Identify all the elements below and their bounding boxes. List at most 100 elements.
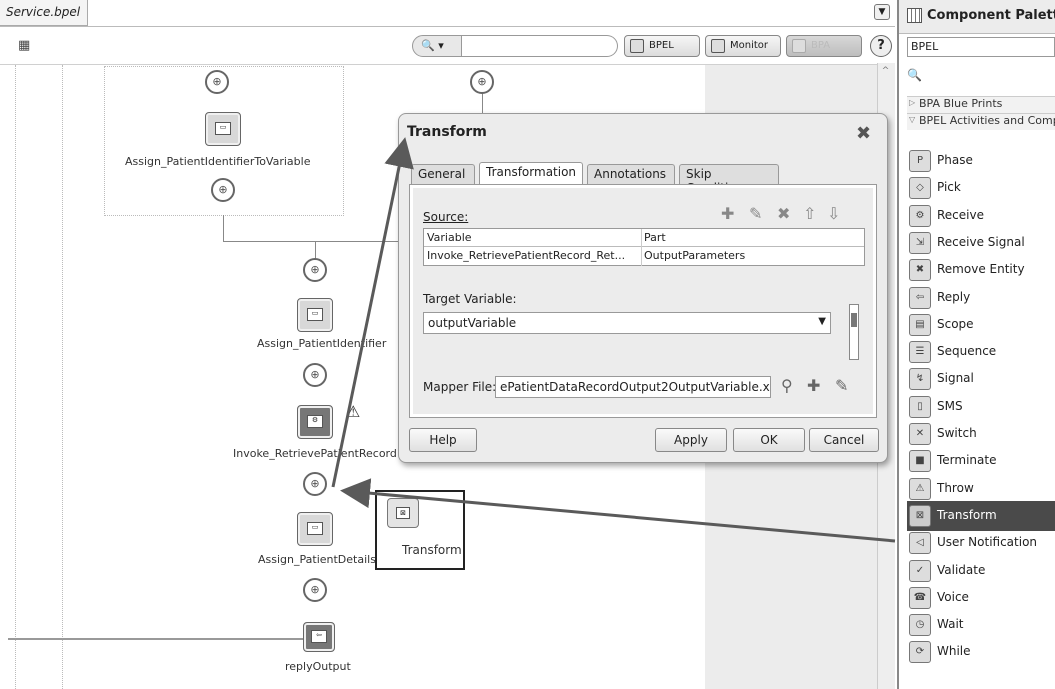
palette-item-label: Validate bbox=[937, 562, 986, 577]
palette-item-voice[interactable]: ☎ Voice bbox=[907, 583, 1055, 613]
flow-join-icon: ⊕ bbox=[205, 70, 229, 94]
invoke-node[interactable]: ⚙ bbox=[297, 405, 333, 439]
signal-icon: ↯ bbox=[909, 368, 931, 391]
palette-item-pick[interactable]: ◇ Pick bbox=[907, 173, 1055, 203]
bpa-icon bbox=[792, 39, 806, 53]
while-icon: ⟳ bbox=[909, 641, 931, 664]
flow-connector bbox=[8, 638, 304, 640]
mapper-file-input[interactable]: ePatientDataRecordOutput2OutputVariable.… bbox=[495, 376, 771, 398]
apply-button[interactable]: Apply bbox=[655, 428, 727, 452]
assign-node[interactable]: ▭ bbox=[297, 298, 333, 332]
palette-item-label: SMS bbox=[937, 398, 963, 413]
transform-icon: ⊠ bbox=[396, 507, 410, 519]
move-up-icon[interactable]: ⇧ bbox=[803, 204, 816, 223]
palette-item-remove-entity[interactable]: ✖ Remove Entity bbox=[907, 255, 1055, 285]
throw-icon: ⚠ bbox=[909, 477, 931, 500]
swimlane-guide bbox=[15, 65, 16, 689]
palette-item-while[interactable]: ⟳ While bbox=[907, 637, 1055, 667]
mapper-file-label: Mapper File: bbox=[423, 380, 497, 394]
phase-icon: P bbox=[909, 150, 931, 172]
file-tab[interactable]: Service.bpel bbox=[0, 0, 88, 26]
move-down-icon[interactable]: ⇩ bbox=[827, 204, 840, 223]
invoke-icon: ⚙ bbox=[307, 415, 323, 428]
tabbar-divider bbox=[0, 26, 895, 27]
palette-item-label: Scope bbox=[937, 316, 974, 331]
receive-icon: ⚙ bbox=[909, 204, 931, 227]
target-variable-label: Target Variable: bbox=[423, 292, 517, 306]
palette-item-label: While bbox=[937, 644, 971, 659]
cancel-button[interactable]: Cancel bbox=[809, 428, 879, 452]
warning-icon: ⚠ bbox=[346, 402, 361, 421]
wait-icon: ◷ bbox=[909, 614, 931, 637]
palette-item-wait[interactable]: ◷ Wait bbox=[907, 610, 1055, 640]
search-input[interactable] bbox=[462, 35, 618, 57]
validate-icon: ✓ bbox=[909, 559, 931, 582]
palette-item-sequence[interactable]: ☰ Sequence bbox=[907, 337, 1055, 367]
palette-item-label: Voice bbox=[937, 589, 969, 604]
node-label: Invoke_RetrievePatientRecord bbox=[233, 447, 397, 460]
reply-icon: ⇦ bbox=[311, 630, 327, 643]
help-button[interactable]: Help bbox=[409, 428, 477, 452]
palette-item-user-notification[interactable]: ◁ User Notification bbox=[907, 528, 1055, 558]
transform-node[interactable]: ⊠ bbox=[387, 498, 419, 528]
palette-item-label: Terminate bbox=[937, 453, 997, 468]
search-options-button[interactable]: 🔍 ▾ bbox=[412, 35, 462, 57]
edit-icon[interactable]: ✎ bbox=[749, 204, 762, 223]
tab-annotations[interactable]: Annotations bbox=[587, 164, 675, 184]
monitor-icon bbox=[711, 39, 725, 53]
assign-node[interactable]: ▭ bbox=[297, 512, 333, 546]
help-button[interactable]: ? bbox=[870, 35, 892, 57]
scrollbar-thumb[interactable] bbox=[851, 313, 857, 327]
palette-item-receive[interactable]: ⚙ Receive bbox=[907, 201, 1055, 231]
add-icon[interactable]: ✚ bbox=[721, 204, 734, 223]
bpel-view-label: BPEL bbox=[649, 40, 674, 51]
edit-icon[interactable]: ✎ bbox=[835, 376, 848, 395]
reply-icon: ⇦ bbox=[909, 286, 931, 309]
flow-connector bbox=[223, 241, 403, 242]
tab-list-dropdown-icon[interactable]: ▼ bbox=[874, 4, 890, 20]
palette-search-icon[interactable]: 🔍 bbox=[907, 68, 1055, 86]
source-table: Variable Part Invoke_RetrievePatientReco… bbox=[423, 228, 865, 266]
search-icon[interactable]: ⚲ bbox=[781, 376, 793, 395]
bpa-view-button[interactable]: BPA bbox=[786, 35, 862, 57]
bpel-view-button[interactable]: BPEL bbox=[624, 35, 700, 57]
source-label: Source: bbox=[423, 210, 469, 224]
monitor-view-button[interactable]: Monitor bbox=[705, 35, 781, 57]
tab-transformation[interactable]: Transformation bbox=[479, 162, 583, 185]
scroll-up-icon[interactable]: ^ bbox=[878, 66, 893, 80]
palette-item-phase[interactable]: P Phase bbox=[907, 146, 1055, 176]
node-label: Assign_PatientDetails bbox=[258, 553, 376, 566]
palette-item-label: Transform bbox=[937, 507, 997, 522]
assign-node[interactable]: ▭ bbox=[205, 112, 241, 146]
palette-section-bpa[interactable]: ▷ BPA Blue Prints bbox=[907, 96, 1055, 113]
target-variable-select[interactable]: outputVariable ▼ bbox=[423, 312, 831, 334]
reply-node[interactable]: ⇦ bbox=[303, 622, 335, 652]
palette-item-switch[interactable]: ✕ Switch bbox=[907, 419, 1055, 449]
palette-item-validate[interactable]: ✓ Validate bbox=[907, 556, 1055, 586]
palette-item-throw[interactable]: ⚠ Throw bbox=[907, 474, 1055, 504]
section-label: BPA Blue Prints bbox=[919, 97, 1003, 110]
palette-item-label: Wait bbox=[937, 617, 964, 632]
palette-item-terminate[interactable]: ■ Terminate bbox=[907, 446, 1055, 476]
node-label: Assign_PatientIdentifier bbox=[257, 337, 387, 350]
flow-join-icon: ⊕ bbox=[470, 70, 494, 94]
palette-item-receive-signal[interactable]: ⇲ Receive Signal bbox=[907, 228, 1055, 258]
tab-general[interactable]: General bbox=[411, 164, 475, 184]
palette-item-transform[interactable]: ⊠ Transform bbox=[907, 500, 1055, 531]
close-icon[interactable]: ✖ bbox=[856, 123, 871, 144]
assign-icon: ▭ bbox=[215, 122, 231, 135]
palette-item-label: Pick bbox=[937, 180, 961, 195]
palette-item-signal[interactable]: ↯ Signal bbox=[907, 364, 1055, 394]
layout-grid-icon[interactable]: ▦ bbox=[18, 38, 30, 53]
panel-scrollbar[interactable] bbox=[849, 304, 859, 360]
ok-button[interactable]: OK bbox=[733, 428, 805, 452]
palette-item-scope[interactable]: ▤ Scope bbox=[907, 310, 1055, 340]
add-icon[interactable]: ✚ bbox=[807, 376, 820, 395]
palette-section-bpel[interactable]: ▽BPEL Activities and Components bbox=[907, 113, 1055, 130]
palette-item-sms[interactable]: ▯ SMS bbox=[907, 392, 1055, 422]
palette-item-reply[interactable]: ⇦ Reply bbox=[907, 283, 1055, 313]
sequence-icon: ☰ bbox=[909, 341, 931, 364]
palette-category-select[interactable]: BPEL bbox=[907, 37, 1055, 57]
tab-skip-condition[interactable]: Skip Condition bbox=[679, 164, 779, 195]
delete-icon[interactable]: ✖ bbox=[777, 204, 790, 223]
